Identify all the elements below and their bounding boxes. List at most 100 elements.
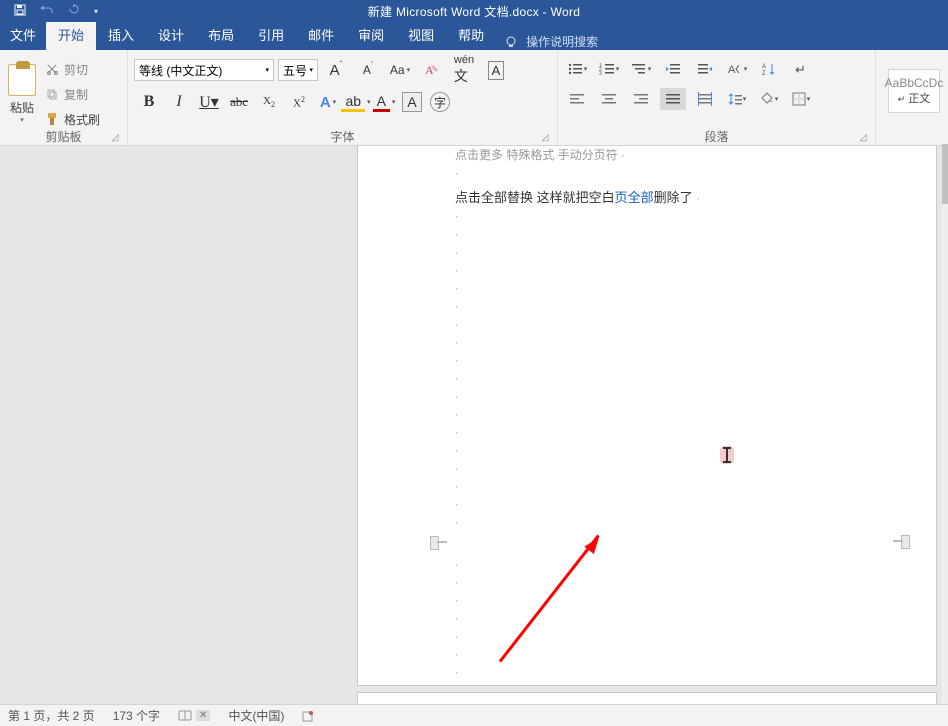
increase-indent-button[interactable] <box>692 58 718 80</box>
distributed-icon <box>698 92 712 106</box>
distributed-button[interactable] <box>692 88 718 110</box>
char-shading-button[interactable]: A <box>398 90 426 114</box>
save-icon[interactable] <box>14 4 26 19</box>
hyperlink[interactable]: 页全部 <box>615 190 654 205</box>
shading-button[interactable]: ▾ <box>756 88 782 110</box>
status-macro[interactable] <box>302 710 314 722</box>
group-font: 等线 (中文正文) ▾ 五号 ▾ Aˆ Aˇ Aa▾ A wén文 A B I <box>128 50 558 145</box>
align-right-button[interactable] <box>628 88 654 110</box>
document-content[interactable]: 点击更多 特殊格式 手动分页符 · · 点击全部替换 这样就把空白页全部删除了 … <box>455 146 915 532</box>
tab-insert[interactable]: 插入 <box>96 19 146 50</box>
bullets-icon <box>567 62 583 76</box>
tab-file[interactable]: 文件 <box>0 19 46 50</box>
clear-formatting-icon: A <box>423 61 441 79</box>
align-left-button[interactable] <box>564 88 590 110</box>
font-color-button[interactable]: A▾ <box>370 90 398 114</box>
tab-home[interactable]: 开始 <box>46 19 96 50</box>
page-margin-handle-right <box>892 535 910 547</box>
ribbon-tabs: 文件 开始 插入 设计 布局 引用 邮件 审阅 视图 帮助 操作说明搜索 <box>0 22 948 50</box>
copy-button[interactable]: 复制 <box>46 86 100 103</box>
group-styles: AaBbCcDc ↵ 正文 <box>876 50 946 145</box>
tab-review[interactable]: 审阅 <box>346 19 396 50</box>
font-size-combo[interactable]: 五号 ▾ <box>278 59 318 81</box>
svg-text:A: A <box>425 63 434 77</box>
chevron-down-icon: ▾ <box>309 66 313 74</box>
enclose-char-button[interactable]: 字 <box>426 90 454 114</box>
strikethrough-button[interactable]: abc <box>224 94 254 110</box>
vertical-scrollbar[interactable] <box>942 144 948 704</box>
left-gutter <box>0 146 357 706</box>
ribbon: 粘贴 ▾ 剪切 复制 格式刷 剪贴板 ◿ <box>0 50 948 146</box>
tell-me[interactable]: 操作说明搜索 <box>496 33 598 50</box>
borders-icon <box>792 92 806 106</box>
align-center-button[interactable] <box>596 88 622 110</box>
text-line: 删除了 <box>654 190 693 205</box>
char-border-button[interactable]: A <box>482 58 510 82</box>
shrink-font-button[interactable]: Aˇ <box>354 58 382 82</box>
underline-button[interactable]: U▾ <box>194 92 224 112</box>
paste-button[interactable]: 粘贴 ▾ <box>6 58 42 124</box>
clear-formatting-button[interactable]: A <box>418 58 446 82</box>
group-paragraph: ▾ 123▾ ▾ A▾ AZ ↵ ▾ ▾ ▾ 段落 ◿ <box>558 50 876 145</box>
pilcrow-icon: ↵ <box>794 62 808 76</box>
format-painter-label: 格式刷 <box>64 111 100 128</box>
change-case-button[interactable]: Aa▾ <box>386 58 414 82</box>
italic-button[interactable]: I <box>164 93 194 111</box>
align-justify-button[interactable] <box>660 88 686 110</box>
borders-button[interactable]: ▾ <box>788 88 814 110</box>
redo-icon[interactable] <box>68 4 80 18</box>
text-effects-button[interactable]: A▾ <box>314 90 342 114</box>
phonetic-guide-button[interactable]: wén文 <box>450 58 478 82</box>
clipboard-group-label: 剪贴板 ◿ <box>6 128 121 143</box>
tab-help[interactable]: 帮助 <box>446 19 496 50</box>
book-icon <box>178 710 192 722</box>
bold-button[interactable]: B <box>134 93 164 111</box>
qat-customize-icon[interactable]: ▾ <box>94 7 98 16</box>
numbering-button[interactable]: 123▾ <box>596 58 622 80</box>
svg-text:A: A <box>762 64 766 70</box>
dialog-launcher-icon[interactable]: ◿ <box>109 131 121 143</box>
show-marks-button[interactable]: ↵ <box>788 58 814 80</box>
status-bar: 第 1 页，共 2 页 173 个字 ✕ 中文(中国) <box>0 704 948 726</box>
dialog-launcher-icon[interactable]: ◿ <box>857 131 869 143</box>
font-size-value: 五号 <box>283 62 307 79</box>
tab-view[interactable]: 视图 <box>396 19 446 50</box>
align-left-icon <box>570 93 584 105</box>
decrease-indent-button[interactable] <box>660 58 686 80</box>
line-spacing-icon <box>728 92 742 106</box>
svg-text:A: A <box>728 64 736 76</box>
format-painter-button[interactable]: 格式刷 <box>46 111 100 128</box>
asian-layout-button[interactable]: A▾ <box>724 58 750 80</box>
align-justify-icon <box>666 93 680 105</box>
status-page[interactable]: 第 1 页，共 2 页 <box>8 707 95 724</box>
shading-icon <box>760 92 774 106</box>
sort-button[interactable]: AZ <box>756 58 782 80</box>
undo-icon[interactable] <box>40 5 54 18</box>
multilevel-list-button[interactable]: ▾ <box>628 58 654 80</box>
tab-mail[interactable]: 邮件 <box>296 19 346 50</box>
superscript-button[interactable]: X2 <box>284 95 314 110</box>
font-name-combo[interactable]: 等线 (中文正文) ▾ <box>134 59 274 81</box>
status-language[interactable]: 中文(中国) <box>228 707 284 724</box>
bullets-button[interactable]: ▾ <box>564 58 590 80</box>
cut-button[interactable]: 剪切 <box>46 61 100 78</box>
highlight-button[interactable]: ab▾ <box>342 90 370 114</box>
subscript-button[interactable]: X2 <box>254 95 284 109</box>
paragraph-marks: ···· ··· <box>455 556 459 682</box>
tab-design[interactable]: 设计 <box>146 19 196 50</box>
copy-icon <box>46 88 58 100</box>
tab-layout[interactable]: 布局 <box>196 19 246 50</box>
style-name: 正文 <box>908 93 930 105</box>
style-normal[interactable]: AaBbCcDc ↵ 正文 <box>888 69 940 113</box>
decrease-indent-icon <box>665 62 681 76</box>
line-spacing-button[interactable]: ▾ <box>724 88 750 110</box>
lightbulb-icon <box>504 35 518 49</box>
scrollbar-thumb[interactable] <box>942 144 948 204</box>
tab-references[interactable]: 引用 <box>246 19 296 50</box>
status-word-count[interactable]: 173 个字 <box>113 707 160 724</box>
grow-font-button[interactable]: Aˆ <box>322 58 350 82</box>
chevron-down-icon: ▾ <box>20 116 24 124</box>
dialog-launcher-icon[interactable]: ◿ <box>539 131 551 143</box>
status-proofing[interactable]: ✕ <box>178 710 210 722</box>
document-area[interactable]: 点击更多 特殊格式 手动分页符 · · 点击全部替换 这样就把空白页全部删除了 … <box>0 146 948 706</box>
